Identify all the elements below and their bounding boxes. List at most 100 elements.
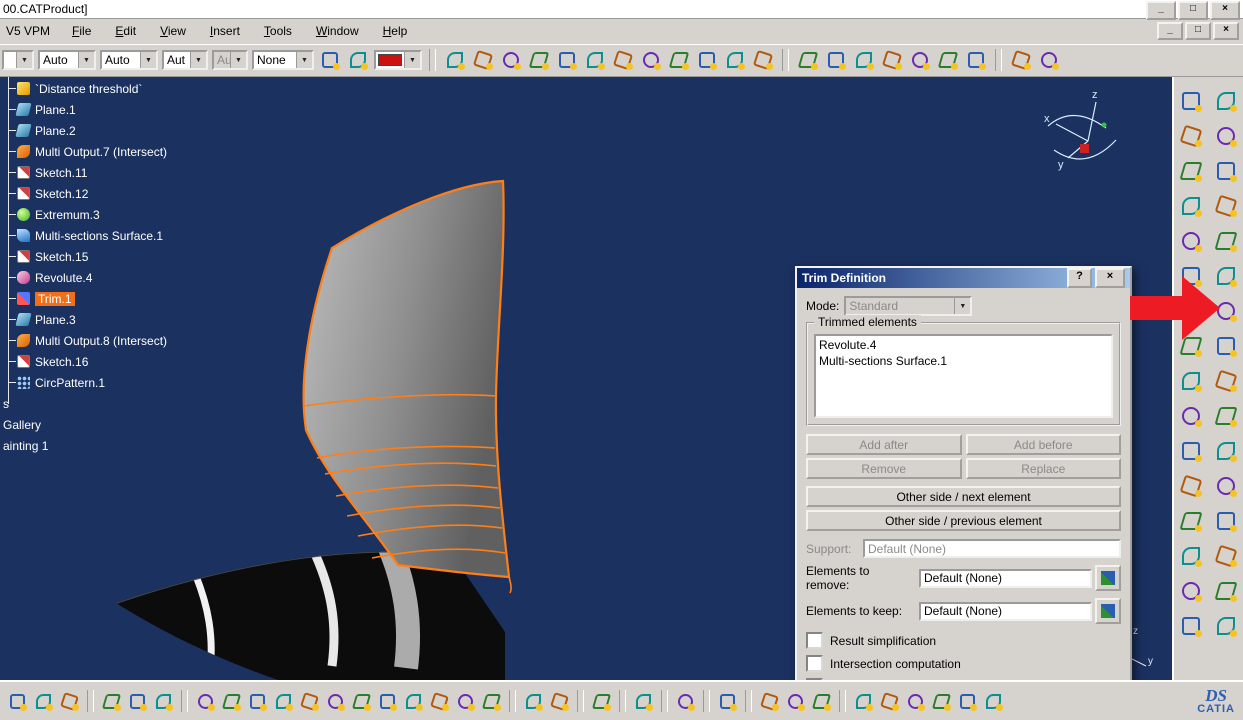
select-in-tree-icon[interactable]	[1095, 565, 1121, 591]
scaling-icon[interactable]	[1178, 473, 1204, 499]
compass-free-rotation-handle[interactable]	[1101, 122, 1107, 128]
tree-item[interactable]: `Distance threshold`	[0, 78, 270, 99]
trimmed-element[interactable]: Revolute.4	[819, 337, 1108, 353]
tree-item[interactable]: Gallery	[0, 414, 270, 435]
chevron-down-icon[interactable]	[296, 52, 312, 68]
burst-icon[interactable]	[667, 48, 691, 72]
ruler-icon[interactable]	[982, 690, 1005, 713]
tree-item[interactable]: Sketch.16	[0, 351, 270, 372]
chevron-down-icon[interactable]	[16, 52, 32, 68]
tree-item[interactable]: Sketch.11	[0, 162, 270, 183]
revolve-icon[interactable]	[1213, 123, 1239, 149]
graphic-filter-combo[interactable]	[2, 50, 34, 70]
menu-item[interactable]: File	[60, 21, 103, 41]
remove-button[interactable]: Remove	[806, 458, 962, 479]
printer-icon[interactable]	[784, 690, 807, 713]
checkbox-row[interactable]: Intersection computation	[806, 653, 1121, 674]
invert-icon[interactable]	[1213, 508, 1239, 534]
globe-icon[interactable]	[611, 48, 635, 72]
surfaces-icon[interactable]	[1213, 88, 1239, 114]
near-icon[interactable]	[1178, 543, 1204, 569]
marker-icon[interactable]	[346, 48, 370, 72]
abc-check-icon[interactable]	[590, 690, 613, 713]
sphere-icon[interactable]	[1178, 578, 1204, 604]
cylinder-icon[interactable]	[1213, 578, 1239, 604]
dialog-help-button[interactable]	[1067, 268, 1092, 288]
stack-icon[interactable]	[936, 48, 960, 72]
whats-this-icon[interactable]	[152, 690, 175, 713]
hand-icon[interactable]	[878, 690, 901, 713]
tree-item[interactable]: Multi-sections Surface.1	[0, 225, 270, 246]
grid-snap-icon[interactable]	[930, 690, 953, 713]
other-side-next-button[interactable]: Other side / next element	[806, 486, 1121, 507]
knife-icon[interactable]	[194, 690, 217, 713]
line-weight-combo[interactable]: Auto	[38, 50, 96, 70]
circle-icon[interactable]	[1178, 613, 1204, 639]
shape-fillet-icon[interactable]	[1178, 403, 1204, 429]
tree-item[interactable]: Multi Output.8 (Intersect)	[0, 330, 270, 351]
close-button[interactable]	[1210, 1, 1240, 20]
color-combo[interactable]	[374, 50, 422, 70]
point-symbol-combo[interactable]: Aut	[162, 50, 208, 70]
pan-icon[interactable]	[246, 690, 269, 713]
multi-sections-surface-icon[interactable]	[1213, 193, 1239, 219]
chevron-down-icon[interactable]	[140, 52, 156, 68]
trimmed-elements-list[interactable]: Revolute.4 Multi-sections Surface.1	[814, 334, 1113, 418]
multi-view-icon[interactable]	[376, 690, 399, 713]
arc-icon[interactable]	[499, 48, 523, 72]
add-after-button[interactable]: Add after	[806, 434, 962, 455]
compass-privileged-plane[interactable]	[1080, 144, 1089, 153]
tree-item[interactable]: Plane.2	[0, 120, 270, 141]
blade-surface[interactable]	[302, 179, 511, 579]
doc-close-button[interactable]	[1213, 22, 1239, 40]
tree-item[interactable]: Trim.1	[0, 288, 270, 309]
checkbox[interactable]	[806, 655, 823, 672]
tree-item[interactable]: Multi Output.7 (Intersect)	[0, 141, 270, 162]
translate-icon[interactable]	[1213, 403, 1239, 429]
trim-icon[interactable]	[1213, 228, 1239, 254]
undo-icon[interactable]	[100, 690, 123, 713]
dialog-close-button[interactable]	[1095, 268, 1125, 288]
star-filter-icon[interactable]	[824, 48, 848, 72]
sweep-icon[interactable]	[1213, 158, 1239, 184]
tree-item[interactable]: Sketch.15	[0, 246, 270, 267]
knife-icon[interactable]	[443, 48, 467, 72]
fit-all-icon[interactable]	[220, 690, 243, 713]
chevron-down-icon[interactable]	[230, 52, 246, 68]
table-icon[interactable]	[522, 690, 545, 713]
compass-icon[interactable]	[852, 690, 875, 713]
compass[interactable]: z x y	[1028, 86, 1123, 181]
analysis-distance-icon[interactable]	[583, 48, 607, 72]
green-grid-icon[interactable]	[454, 690, 477, 713]
menu-item[interactable]: Tools	[252, 21, 304, 41]
graph-tree-icon[interactable]	[632, 690, 655, 713]
tree-item[interactable]: Sketch.12	[0, 183, 270, 204]
other-side-previous-button[interactable]: Other side / previous element	[806, 510, 1121, 531]
zoom-in-icon[interactable]	[298, 690, 321, 713]
paintbrush-icon[interactable]	[964, 48, 988, 72]
curve-plot-icon[interactable]	[751, 48, 775, 72]
tree-item[interactable]: Plane.1	[0, 99, 270, 120]
dot-pattern-icon[interactable]	[880, 48, 904, 72]
pages-icon[interactable]	[428, 690, 451, 713]
magnet-icon[interactable]	[956, 690, 979, 713]
pen-style-icon[interactable]	[318, 48, 342, 72]
chevron-down-icon[interactable]	[404, 52, 420, 68]
table2-icon[interactable]	[548, 690, 571, 713]
fill-icon[interactable]	[1178, 193, 1204, 219]
line-type-combo[interactable]: Auto	[100, 50, 158, 70]
symbol-combo[interactable]: Aut	[212, 50, 248, 70]
trimmed-element[interactable]: Multi-sections Surface.1	[819, 353, 1108, 369]
normal-view-icon[interactable]	[350, 690, 373, 713]
blend-icon[interactable]	[1178, 228, 1204, 254]
color-spheres-icon[interactable]	[695, 48, 719, 72]
restore-button[interactable]	[1178, 1, 1208, 20]
chevron-down-icon[interactable]	[190, 52, 206, 68]
rotate-icon[interactable]	[1178, 438, 1204, 464]
copy-icon[interactable]	[32, 690, 55, 713]
axis-icon[interactable]	[904, 690, 927, 713]
minimize-button[interactable]	[1146, 1, 1176, 20]
extract-icon[interactable]	[1178, 368, 1204, 394]
cut-icon[interactable]	[6, 690, 29, 713]
tree-item[interactable]: Revolute.4	[0, 267, 270, 288]
